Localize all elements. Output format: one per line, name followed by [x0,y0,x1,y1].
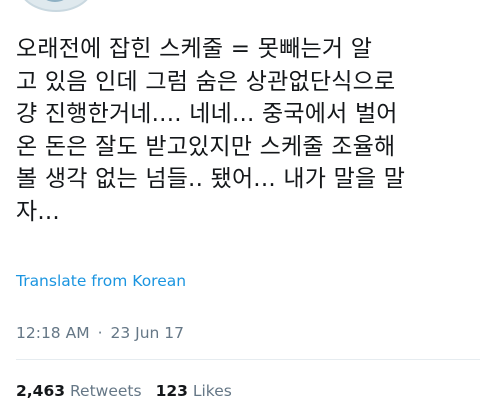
tweet-date: 23 Jun 17 [110,324,185,342]
tweet-line: 자... [16,198,60,225]
tweet-line: 고 있음 인데 그럼 숨은 상관없단식으로 [16,68,396,95]
tweet-line: 온 돈은 잘도 받고있지만 스케줄 조율해 [16,133,396,160]
tweet-timestamp[interactable]: 12:18 AM · 23 Jun 17 [16,324,184,342]
tweet-line: 걍 진행한거네.... 네네... 중국에서 벌어 [16,101,398,127]
tweet-stats: 2,463 Retweets 123 Likes [16,382,232,400]
retweets-label: Retweets [69,382,142,400]
avatar-image [40,0,70,2]
avatar[interactable] [18,0,94,12]
retweets-count: 2,463 [16,382,66,400]
likes-label: Likes [192,382,232,400]
tweet-line: 볼 생각 없는 넘들.. 됐어... 내가 말을 말 [16,166,406,192]
tweet-time: 12:18 AM [16,324,90,342]
translate-link[interactable]: Translate from Korean [16,272,186,290]
tweet-text: 오래전에 잡힌 스케줄 = 못빼는거 알 고 있음 인데 그럼 숨은 상관없단식… [16,33,466,228]
likes-stat[interactable]: 123 Likes [156,382,232,400]
divider [16,359,480,360]
likes-count: 123 [155,382,188,400]
retweets-stat[interactable]: 2,463 Retweets [16,382,142,400]
separator-dot: · [97,324,103,342]
tweet-line: 오래전에 잡힌 스케줄 = 못빼는거 알 [16,36,373,62]
